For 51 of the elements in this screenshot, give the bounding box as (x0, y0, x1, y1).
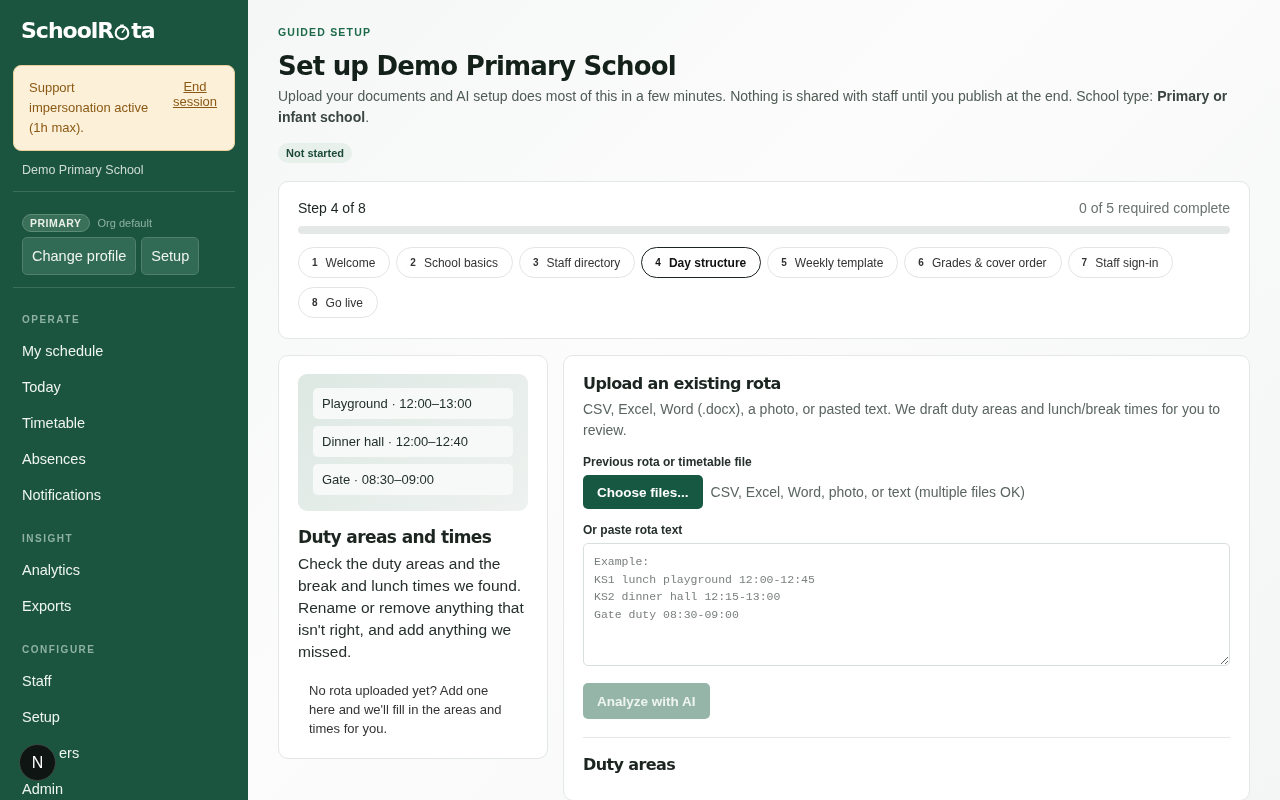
nav-item[interactable]: My schedule (13, 333, 235, 369)
field-label: Or paste rota text (583, 523, 684, 537)
required-summary: 0 of 5 required complete (1079, 200, 1230, 216)
nav-item[interactable]: Exports (13, 588, 235, 624)
step-tab[interactable]: 4 Day structure (641, 247, 762, 278)
intro-hint: No rota uploaded yet? Add one here and we'll fill in the areas and times for you. (308, 682, 503, 738)
nav-section-heading: INSIGHT (21, 532, 75, 546)
nav-item[interactable]: Staff (13, 663, 235, 699)
step-tab[interactable]: 6 Grades & cover order (904, 247, 1062, 278)
choose-files-button[interactable]: Choose files... (583, 475, 703, 509)
avatar-circle[interactable]: N (19, 744, 56, 781)
nav-item[interactable]: Setup (13, 699, 235, 735)
file-hint: CSV, Excel, Word, photo, or text (multiple files OK) (710, 484, 1025, 500)
logo-text: ta (131, 18, 155, 43)
nav-item[interactable]: Analytics (13, 552, 235, 588)
step-counter: Step 4 of 8 (298, 200, 366, 216)
upload-description: CSV, Excel, Word (.docx), a photo, or pasted text. We draft duty areas and lunch/break times for you to review. (583, 400, 1222, 440)
section-title: Duty areas (583, 755, 677, 774)
preview-row: Gate · 08:30–09:00 (313, 464, 513, 495)
nav-item[interactable]: Today (13, 369, 235, 405)
eyebrow-label: GUIDED SETUP (278, 26, 373, 38)
step-tab[interactable]: 1 Welcome (298, 247, 391, 278)
nav-section-heading: OPERATE (21, 313, 82, 327)
step-tab[interactable]: 3 Staff directory (518, 247, 636, 278)
profile-button[interactable]: Change profile (22, 237, 137, 275)
logo-text: SchoolR (21, 18, 114, 43)
alert-message: Support impersonation active (1h max). (29, 79, 150, 137)
nav-section-heading: CONFIGURE (21, 643, 97, 657)
field-label: Previous rota or timetable file (583, 455, 753, 469)
intro-text: Check the duty areas and the break and lunch times we found. Rename or remove anything that isn't right, and add anything we missed. (298, 554, 525, 662)
page-description: Upload your documents and AI setup does most of this in a few minutes. Nothing is shared with staff until you publish at the end. School type: Primary or infant school. (278, 87, 1229, 127)
nav-item[interactable]: Absences (13, 441, 235, 477)
step-tab[interactable]: 2 School basics (396, 247, 513, 278)
nav-item[interactable]: ers (59, 735, 235, 771)
preview-row: Dinner hall · 12:00–12:40 (313, 426, 513, 457)
profile-button[interactable]: Setup (141, 237, 200, 275)
step-tab[interactable]: 8 Go live (298, 287, 378, 318)
page-title: Set up Demo Primary School (278, 51, 677, 81)
profile-note: Org default (97, 217, 152, 229)
step-tab[interactable]: 5 Weekly template (767, 247, 899, 278)
intro-title: Duty areas and times (298, 527, 493, 547)
upload-title: Upload an existing rota (583, 374, 782, 393)
nav-item[interactable]: Notifications (13, 477, 235, 513)
preview-row: Playground · 12:00–13:00 (313, 388, 513, 419)
profile-badge: PRIMARY (22, 214, 90, 232)
nav-item[interactable]: Timetable (13, 405, 235, 441)
end-session-link[interactable]: End session (170, 79, 220, 138)
step-tab[interactable]: 7 Staff sign-in (1067, 247, 1174, 278)
school-name: Demo Primary School (21, 162, 145, 179)
paste-text-field[interactable]: Example: KS1 lunch playground 12:00-12:45 KS2 dinner hall 12:15-13:00 Gate duty 08:30-09:00 (583, 543, 1230, 666)
status-badge: Not started (278, 143, 353, 163)
